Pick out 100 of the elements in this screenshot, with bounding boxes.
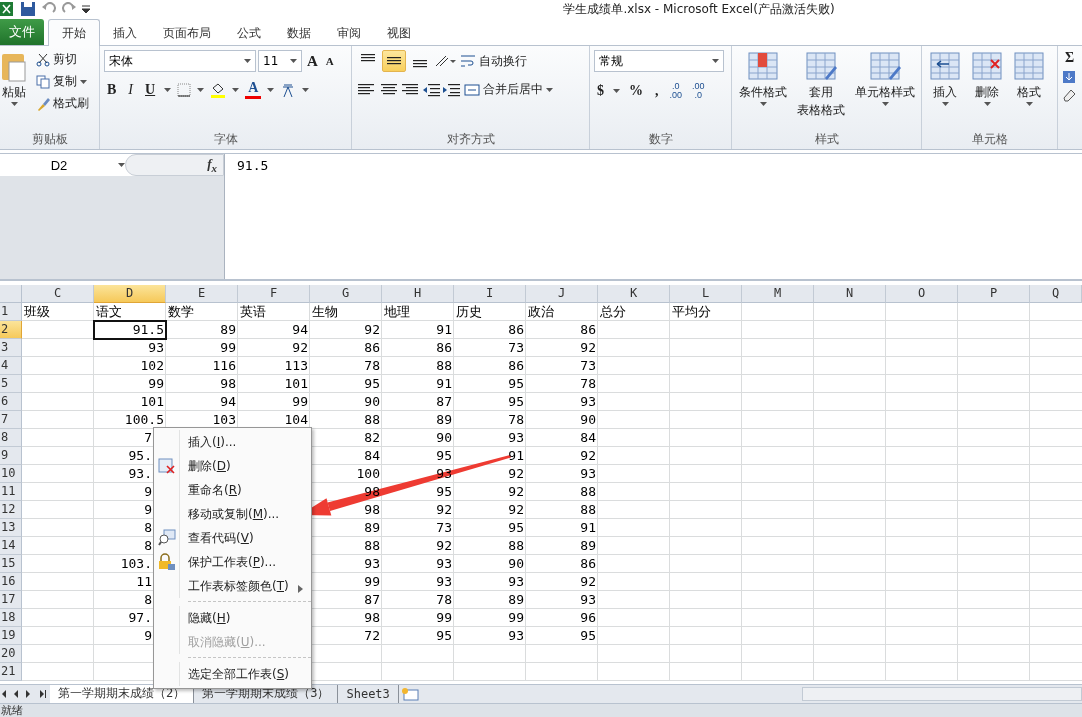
format-painter-button[interactable]: 格式刷 (34, 94, 91, 113)
column-header[interactable]: E (166, 285, 238, 303)
name-box[interactable]: D2 (0, 157, 118, 173)
vertical-align-button[interactable] (382, 50, 406, 72)
column-header[interactable]: M (742, 285, 814, 303)
row-header[interactable]: 12 (0, 501, 22, 519)
caret-icon[interactable] (118, 163, 125, 167)
wrap-text-button[interactable]: 自动换行 (458, 51, 529, 71)
align-text-icon[interactable] (356, 82, 376, 97)
number-format-field[interactable]: 常规 (594, 50, 724, 72)
table-brush-icon[interactable] (805, 50, 837, 82)
indent-icon[interactable] (442, 82, 460, 97)
column-header[interactable]: D (94, 285, 166, 303)
caret-icon[interactable] (613, 89, 620, 93)
cut-button[interactable]: 剪切 (34, 50, 91, 69)
paste-button[interactable]: 粘贴 (0, 50, 30, 131)
column-header[interactable]: G (310, 285, 382, 303)
caret-icon[interactable] (302, 87, 310, 92)
caret-icon[interactable] (197, 87, 205, 92)
customize-icon[interactable] (82, 5, 90, 13)
percent-button[interactable]: % (626, 83, 646, 99)
align-text-icon[interactable] (400, 82, 420, 97)
menu-item[interactable]: 选定全部工作表(S) (188, 665, 289, 683)
column-header[interactable]: P (958, 285, 1030, 303)
column-header[interactable]: F (238, 285, 310, 303)
column-header[interactable]: I (454, 285, 526, 303)
row-header[interactable]: 15 (0, 555, 22, 573)
cell-brush-icon[interactable] (869, 50, 901, 82)
caret-icon[interactable] (10, 102, 18, 106)
menu-item[interactable]: 移动或复制(M)... (188, 505, 280, 523)
menu-item[interactable]: 保护工作表(P)... (188, 553, 277, 571)
delete-cells-icon[interactable] (971, 50, 1003, 82)
column-header[interactable]: H (382, 285, 454, 303)
font-color-button[interactable]: A (245, 80, 262, 99)
grow-font-button[interactable]: A (304, 52, 321, 70)
row-header[interactable]: 8 (0, 429, 22, 447)
redo-icon[interactable] (62, 2, 76, 16)
borders-icon[interactable] (177, 82, 192, 97)
copy-button[interactable]: 复制 (34, 72, 91, 91)
caret-icon[interactable] (941, 102, 949, 106)
underline-button[interactable]: U (142, 81, 159, 98)
row-header[interactable]: 7 (0, 411, 22, 429)
font-size-field[interactable]: 11 (258, 50, 302, 72)
format-table-button[interactable]: 套用 表格格式 (794, 50, 848, 131)
row-header[interactable]: 16 (0, 573, 22, 591)
row-header[interactable]: 21 (0, 663, 22, 681)
row-header[interactable]: 20 (0, 645, 22, 663)
caret-icon[interactable] (80, 79, 87, 84)
format-cells-button[interactable]: 格式 (1010, 50, 1048, 131)
merge-center-button[interactable]: 合并后居中 (462, 80, 555, 99)
insert-cells-icon[interactable] (929, 50, 961, 82)
ribbon-tab[interactable]: 视图 (374, 19, 424, 46)
align-text-icon[interactable] (378, 82, 398, 97)
save-icon[interactable] (20, 1, 36, 17)
caret-icon[interactable] (1025, 102, 1033, 106)
menu-item[interactable]: 隐藏(H) (188, 609, 231, 627)
row-header[interactable]: 4 (0, 357, 22, 375)
menu-item[interactable]: 重命名(R) (188, 481, 242, 499)
ribbon-tab[interactable]: 数据 (274, 19, 324, 46)
row-header[interactable]: 10 (0, 465, 22, 483)
menu-item[interactable]: 插入(I)... (188, 433, 237, 451)
menu-item[interactable]: 查看代码(V) (188, 529, 254, 547)
row-header[interactable]: 18 (0, 609, 22, 627)
decimal-button[interactable]: .0 .00 (667, 82, 684, 100)
currency-button[interactable]: $ (594, 83, 607, 99)
column-header[interactable]: L (670, 285, 742, 303)
row-header[interactable]: 17 (0, 591, 22, 609)
caret-icon[interactable] (244, 59, 251, 63)
eraser-icon[interactable] (1062, 88, 1076, 102)
outdent-icon[interactable] (422, 82, 440, 97)
row-header[interactable]: 6 (0, 393, 22, 411)
caret-icon[interactable] (983, 102, 991, 106)
row-header[interactable]: 1 (0, 303, 22, 321)
fill-bucket-icon[interactable] (210, 81, 227, 98)
menu-item[interactable]: 删除(D) (188, 457, 231, 475)
caret-icon[interactable] (759, 102, 767, 106)
row-header[interactable]: 13 (0, 519, 22, 537)
decimal-button[interactable]: .00 .0 (690, 82, 707, 100)
ribbon-tab[interactable]: 开始 (48, 19, 100, 46)
caret-icon[interactable] (164, 87, 172, 92)
cell-styles-button[interactable]: 单元格样式 (852, 50, 918, 131)
conditional-format-button[interactable]: 条件格式 (736, 50, 790, 131)
row-header[interactable]: 3 (0, 339, 22, 357)
insert-cells-button[interactable]: 插入 (926, 50, 964, 131)
column-header[interactable]: Q (1030, 285, 1082, 303)
italic-button[interactable]: I (125, 81, 136, 98)
insert-function-button[interactable]: f$_{x}$ (207, 156, 217, 174)
sheet-tab[interactable]: Sheet3 (338, 684, 399, 703)
shrink-font-button[interactable]: A (322, 55, 337, 67)
ribbon-tab[interactable]: 页面布局 (150, 19, 224, 46)
ribbon-tab[interactable]: 公式 (224, 19, 274, 46)
file-tab[interactable]: 文件 (0, 19, 44, 45)
column-header[interactable]: J (526, 285, 598, 303)
bold-button[interactable]: B (104, 81, 120, 98)
row-header[interactable]: 2 (0, 321, 22, 339)
menu-item[interactable]: 工作表标签颜色(T) (188, 577, 289, 595)
conditional-format-icon[interactable] (747, 50, 779, 82)
horizontal-scrollbar[interactable] (802, 687, 1082, 701)
undo-icon[interactable] (42, 2, 56, 16)
column-header[interactable]: C (22, 285, 94, 303)
